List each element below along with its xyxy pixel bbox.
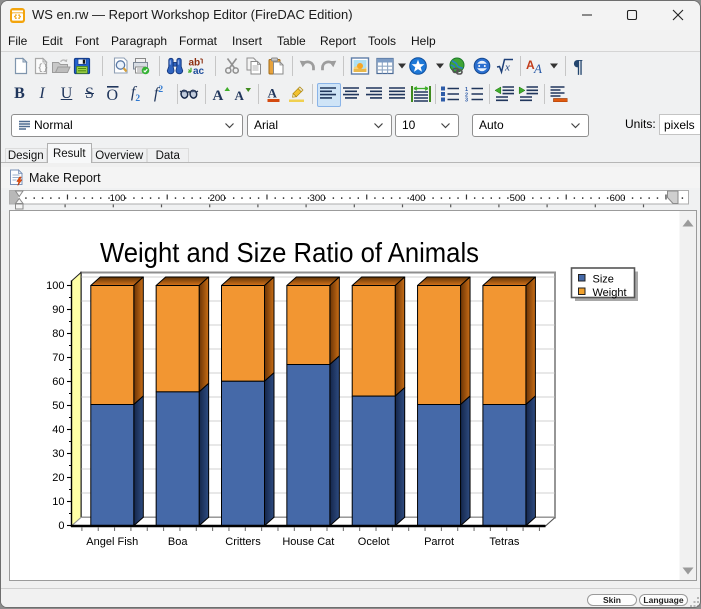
svg-text:200: 200 (210, 193, 226, 204)
svg-text:10: 10 (52, 496, 64, 508)
svg-text:0: 0 (58, 520, 64, 532)
svg-text:400: 400 (410, 193, 426, 204)
svg-text:Critters: Critters (225, 536, 261, 548)
svg-text:{}: {} (37, 63, 48, 73)
svg-text:Boa: Boa (168, 536, 188, 548)
svg-text:100: 100 (110, 193, 126, 204)
svg-text:50: 50 (52, 400, 64, 412)
svg-text:Parrot: Parrot (424, 536, 454, 548)
svg-text:Tetras: Tetras (489, 536, 519, 548)
svg-text:O: O (107, 87, 119, 103)
svg-text:500: 500 (510, 193, 526, 204)
svg-text:A: A (267, 86, 277, 101)
svg-text:600: 600 (610, 193, 626, 204)
svg-text:100: 100 (46, 280, 64, 292)
svg-text:A: A (533, 61, 542, 75)
svg-text:x: x (504, 62, 510, 74)
svg-text:300: 300 (310, 193, 326, 204)
svg-text:80: 80 (52, 328, 64, 340)
svg-text:Angel Fish: Angel Fish (86, 536, 138, 548)
svg-text:ac: ac (193, 66, 205, 75)
svg-text:40: 40 (52, 424, 64, 436)
svg-text:Weight and Size Ratio of Anima: Weight and Size Ratio of Animals (100, 237, 479, 268)
svg-text:House Cat: House Cat (282, 536, 334, 548)
svg-text:70: 70 (52, 352, 64, 364)
svg-text:60: 60 (52, 376, 64, 388)
svg-text:A: A (234, 88, 244, 102)
svg-text:90: 90 (52, 304, 64, 316)
svg-text:Ocelot: Ocelot (358, 536, 390, 548)
svg-text:30: 30 (52, 448, 64, 460)
svg-text:Size: Size (593, 274, 614, 286)
svg-text:Weight: Weight (593, 287, 627, 299)
svg-text:3: 3 (465, 98, 468, 102)
svg-text:A: A (212, 88, 223, 102)
svg-text:20: 20 (52, 472, 64, 484)
svg-text:¶: ¶ (573, 57, 583, 76)
